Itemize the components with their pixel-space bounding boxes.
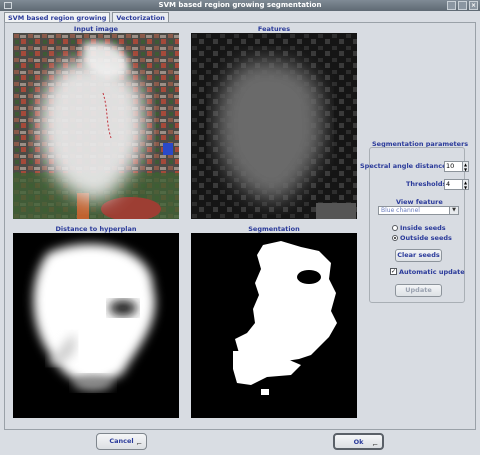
outside-seeds-radio[interactable] bbox=[392, 235, 398, 241]
view-feature-value: Blue channel bbox=[381, 207, 420, 214]
spectral-angle-label: Spectral angle distances bbox=[360, 162, 451, 170]
maximize-icon[interactable] bbox=[458, 1, 467, 10]
spinner-arrows-icon[interactable]: ▲ ▼ bbox=[462, 179, 469, 190]
input-image[interactable] bbox=[13, 33, 179, 219]
spectral-angle-value: 10 bbox=[446, 162, 455, 170]
thresholds-value: 4 bbox=[446, 180, 451, 188]
features-image[interactable] bbox=[191, 33, 357, 219]
thresholds-spinbox[interactable]: 4 ▲ ▼ bbox=[444, 179, 469, 190]
automatic-update-checkbox[interactable]: ✓ bbox=[390, 268, 397, 275]
chevron-down-icon: ▼ bbox=[449, 207, 458, 214]
input-image-picture bbox=[13, 33, 179, 219]
cancel-icon: ⌐ bbox=[136, 440, 142, 448]
inside-seeds-label: Inside seeds bbox=[400, 224, 446, 232]
view-feature-label: View feature bbox=[396, 198, 443, 206]
window-title: SVM based region growing segmentation bbox=[158, 1, 322, 9]
cancel-label: Cancel bbox=[109, 437, 134, 445]
distance-picture bbox=[13, 233, 179, 418]
segmentation-caption: Segmentation bbox=[248, 225, 300, 233]
update-button[interactable]: Update bbox=[395, 284, 442, 297]
cancel-button[interactable]: Cancel ⌐ bbox=[96, 433, 147, 450]
inside-seeds-radio[interactable] bbox=[392, 225, 398, 231]
window-titlebar: SVM based region growing segmentation × bbox=[0, 0, 480, 11]
spinner-arrows-icon[interactable]: ▲ ▼ bbox=[462, 161, 469, 172]
spectral-angle-spinbox[interactable]: 10 ▲ ▼ bbox=[444, 161, 469, 172]
features-caption: Features bbox=[257, 25, 291, 33]
ok-icon: ⌐ bbox=[372, 441, 378, 449]
thresholds-label: Thresholds bbox=[406, 180, 447, 188]
ok-label: Ok bbox=[353, 438, 364, 446]
dialog-footer bbox=[0, 430, 480, 455]
window-menu-icon[interactable] bbox=[4, 2, 12, 9]
view-feature-select[interactable]: Blue channel ▼ bbox=[378, 206, 459, 215]
segmentation-picture bbox=[191, 233, 357, 418]
segmentation-image[interactable] bbox=[191, 233, 357, 418]
features-picture bbox=[191, 33, 357, 219]
automatic-update-label: Automatic update bbox=[399, 268, 465, 276]
minimize-icon[interactable] bbox=[447, 1, 456, 10]
close-icon[interactable]: × bbox=[469, 1, 478, 10]
outside-seeds-label: Outside seeds bbox=[400, 234, 452, 242]
ok-button[interactable]: Ok ⌐ bbox=[333, 433, 384, 450]
distance-image[interactable] bbox=[13, 233, 179, 418]
input-image-caption: Input image bbox=[73, 25, 119, 33]
clear-seeds-button[interactable]: Clear seeds bbox=[395, 249, 442, 262]
distance-caption: Distance to hyperplan bbox=[55, 225, 137, 233]
